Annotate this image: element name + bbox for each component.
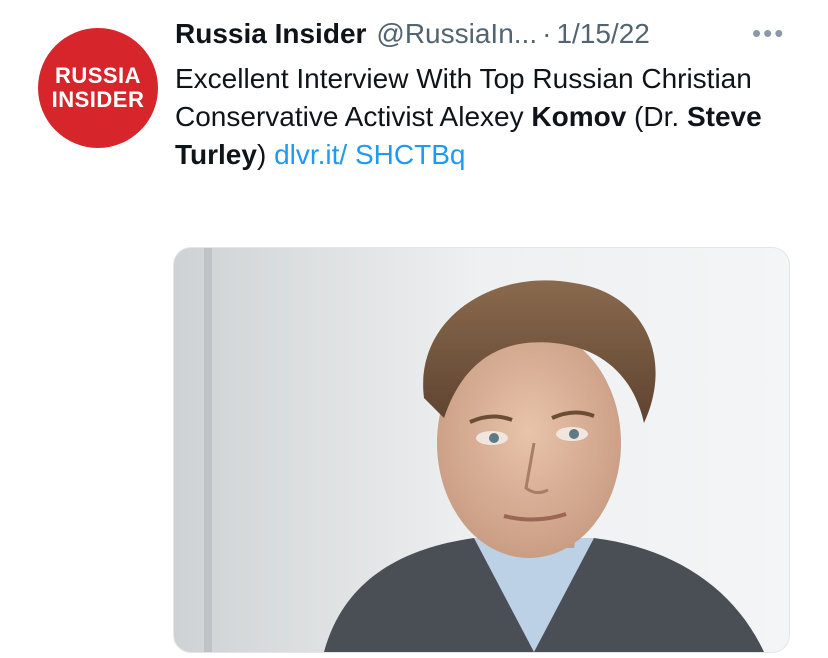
tweet-text-part3: ) xyxy=(256,139,275,170)
avatar-logo-line2: INSIDER xyxy=(51,87,145,112)
tweet-header: Russia Insider @RussiaIn... · 1/15/22 xyxy=(175,14,795,54)
portrait-photo xyxy=(174,248,789,652)
tweet-link[interactable]: dlvr.it/ SHCTBq xyxy=(274,139,465,170)
avatar-logo-line1: RUSSIA xyxy=(54,63,142,88)
tweet-text: Excellent Interview With Top Russian Chr… xyxy=(175,60,795,174)
more-horizontal-icon[interactable]: ••• xyxy=(752,18,792,48)
tweet-date[interactable]: 1/15/22 xyxy=(556,18,649,50)
tweet-text-bold-komov: Komov xyxy=(531,101,627,132)
separator-dot: · xyxy=(542,18,552,49)
user-handle[interactable]: @RussiaIn... xyxy=(376,18,537,50)
display-name[interactable]: Russia Insider xyxy=(175,18,366,50)
tweet-media-photo[interactable] xyxy=(173,247,790,653)
avatar[interactable]: RUSSIA INSIDER xyxy=(38,28,158,148)
tweet-text-part2: (Dr. xyxy=(626,101,687,132)
